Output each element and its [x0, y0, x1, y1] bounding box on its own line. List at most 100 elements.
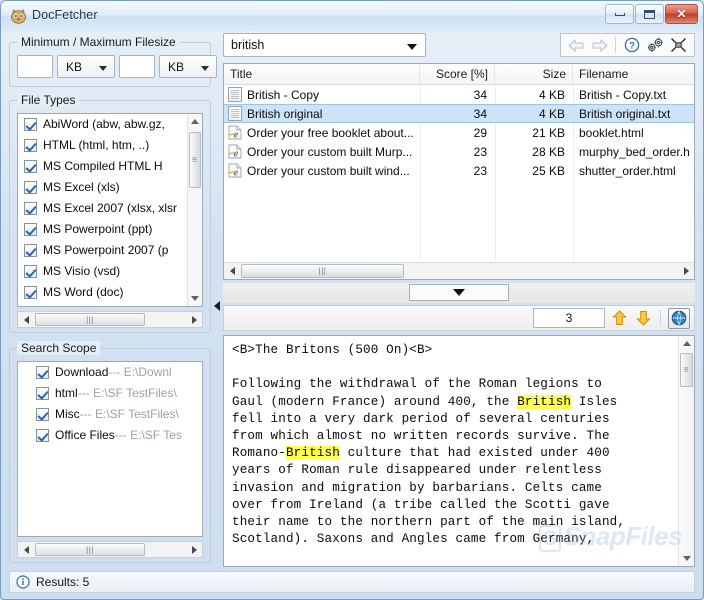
- checkbox[interactable]: [24, 202, 37, 215]
- collapse-preview-button[interactable]: [409, 284, 509, 301]
- list-item[interactable]: MS Word (doc): [18, 282, 187, 303]
- back-button[interactable]: [566, 35, 587, 55]
- results-horizontal-scrollbar[interactable]: |||: [224, 262, 694, 279]
- file-types-horizontal-scrollbar[interactable]: |||: [17, 311, 203, 328]
- list-item[interactable]: HTML (html, htm, ..): [18, 135, 187, 156]
- checkbox[interactable]: [36, 387, 49, 400]
- column-header-title[interactable]: Title: [224, 64, 420, 84]
- file-types-vertical-scrollbar[interactable]: ≡: [187, 114, 202, 306]
- preferences-button[interactable]: [645, 35, 666, 55]
- scroll-right-icon[interactable]: [678, 263, 694, 279]
- table-row[interactable]: eOrder your custom built Murp...2328 KBm…: [224, 142, 694, 161]
- scroll-right-icon[interactable]: [186, 312, 202, 327]
- cell-score: 29: [420, 126, 495, 140]
- right-panel: british: [223, 33, 695, 567]
- checkbox[interactable]: [24, 181, 37, 194]
- min-filesize-input[interactable]: [17, 55, 53, 78]
- window-title: DocFetcher: [32, 8, 98, 22]
- collapse-button[interactable]: [668, 35, 689, 55]
- maximize-button[interactable]: [635, 4, 664, 24]
- table-row[interactable]: eOrder your custom built wind...2325 KBs…: [224, 161, 694, 180]
- close-button[interactable]: ✕: [665, 4, 698, 24]
- page-number-input[interactable]: 3: [533, 308, 605, 328]
- checkbox[interactable]: [24, 265, 37, 278]
- panel-splitter[interactable]: [213, 33, 223, 567]
- list-item[interactable]: MS Excel (xls): [18, 177, 187, 198]
- scrollbar-thumb[interactable]: |||: [35, 313, 145, 326]
- chevron-down-icon[interactable]: [407, 44, 417, 50]
- scroll-up-icon[interactable]: [679, 336, 694, 351]
- list-item[interactable]: MS Powerpoint 2007 (p: [18, 240, 187, 261]
- checkbox[interactable]: [24, 160, 37, 173]
- title-label: Order your custom built wind...: [247, 164, 410, 178]
- forward-button[interactable]: [589, 35, 610, 55]
- toolbar-separator: [660, 310, 661, 326]
- table-row[interactable]: British original344 KBBritish original.t…: [224, 104, 694, 123]
- checkbox[interactable]: [24, 223, 37, 236]
- grip-icon: |||: [319, 267, 327, 276]
- column-header-score[interactable]: Score [%]: [420, 64, 495, 84]
- scrollbar-thumb[interactable]: ≡: [189, 132, 201, 188]
- list-item[interactable]: MS Excel 2007 (xlsx, xlsr: [18, 198, 187, 219]
- file-types-group: File Types AbiWord (abw, abw.gz,HTML (ht…: [9, 93, 211, 333]
- maximize-icon: [636, 8, 663, 21]
- table-row[interactable]: eOrder your free booklet about...2921 KB…: [224, 123, 694, 142]
- preview-text-run: Gaul (modern France) around 400, the: [232, 395, 517, 409]
- chevron-down-icon: [201, 66, 209, 71]
- text-file-icon: [228, 87, 242, 102]
- scroll-left-icon[interactable]: [18, 312, 34, 327]
- list-item[interactable]: Misc --- E:\SF TestFiles\: [18, 404, 202, 425]
- scroll-down-icon[interactable]: [188, 291, 202, 306]
- html-file-icon: e: [228, 144, 242, 159]
- preview-pane[interactable]: <B>The Britons (500 On)<B> Following the…: [223, 335, 695, 567]
- checkbox[interactable]: [36, 366, 49, 379]
- scroll-right-icon[interactable]: [186, 542, 202, 557]
- preview-text-run: their name to the northern part of the m…: [232, 515, 625, 529]
- checkbox[interactable]: [24, 118, 37, 131]
- scrollbar-thumb[interactable]: |||: [241, 264, 404, 278]
- title-bar: DocFetcher ✕: [1, 1, 703, 31]
- preview-vertical-scrollbar[interactable]: ≡: [678, 336, 694, 566]
- checkbox[interactable]: [36, 408, 49, 421]
- scrollbar-thumb[interactable]: |||: [35, 543, 145, 556]
- help-button[interactable]: ?: [621, 35, 642, 55]
- max-filesize-unit-select[interactable]: KB: [159, 55, 217, 78]
- scroll-down-icon[interactable]: [679, 551, 694, 566]
- list-item[interactable]: html --- E:\SF TestFiles\: [18, 383, 202, 404]
- min-filesize-unit-select[interactable]: KB: [57, 55, 115, 78]
- list-item[interactable]: Download --- E:\Downl: [18, 362, 202, 383]
- collapse-left-icon[interactable]: [214, 301, 220, 311]
- checkbox[interactable]: [24, 139, 37, 152]
- list-item[interactable]: AbiWord (abw, abw.gz,: [18, 114, 187, 135]
- list-item[interactable]: MS Visio (vsd): [18, 261, 187, 282]
- file-types-list[interactable]: AbiWord (abw, abw.gz,HTML (html, htm, ..…: [17, 113, 203, 307]
- checkbox[interactable]: [24, 244, 37, 257]
- preview-line: years of Roman rule disappeared under re…: [232, 462, 672, 479]
- title-label: British original: [247, 107, 322, 121]
- scroll-left-icon[interactable]: [224, 263, 240, 279]
- chevron-down-icon: [99, 66, 107, 71]
- list-item[interactable]: MS Compiled HTML H: [18, 156, 187, 177]
- search-scope-horizontal-scrollbar[interactable]: |||: [17, 541, 203, 558]
- previous-match-button[interactable]: [609, 308, 629, 328]
- search-input[interactable]: british: [223, 33, 426, 57]
- list-item[interactable]: MS Powerpoint (ppt): [18, 219, 187, 240]
- scroll-up-icon[interactable]: [188, 114, 202, 129]
- table-row[interactable]: British - Copy344 KBBritish - Copy.txt: [224, 85, 694, 104]
- checkbox[interactable]: [24, 286, 37, 299]
- search-scope-list[interactable]: Download --- E:\Downlhtml --- E:\SF Test…: [17, 361, 203, 537]
- max-filesize-input[interactable]: [119, 55, 155, 78]
- minimize-button[interactable]: [605, 4, 634, 24]
- open-in-browser-button[interactable]: [668, 308, 690, 329]
- results-table[interactable]: Title Score [%] Size Filename British - …: [223, 63, 695, 280]
- list-item[interactable]: Office Files --- E:\SF Tes: [18, 425, 202, 446]
- search-term-highlight: British: [286, 446, 340, 460]
- preview-text-run: Following the withdrawal of the Roman le…: [232, 377, 602, 391]
- column-header-size[interactable]: Size: [495, 64, 573, 84]
- scrollbar-thumb[interactable]: ≡: [680, 353, 693, 387]
- next-match-button[interactable]: [633, 308, 653, 328]
- column-header-filename[interactable]: Filename: [573, 64, 694, 84]
- scroll-left-icon[interactable]: [18, 542, 34, 557]
- checkbox[interactable]: [36, 429, 49, 442]
- cell-size: 25 KB: [495, 164, 573, 178]
